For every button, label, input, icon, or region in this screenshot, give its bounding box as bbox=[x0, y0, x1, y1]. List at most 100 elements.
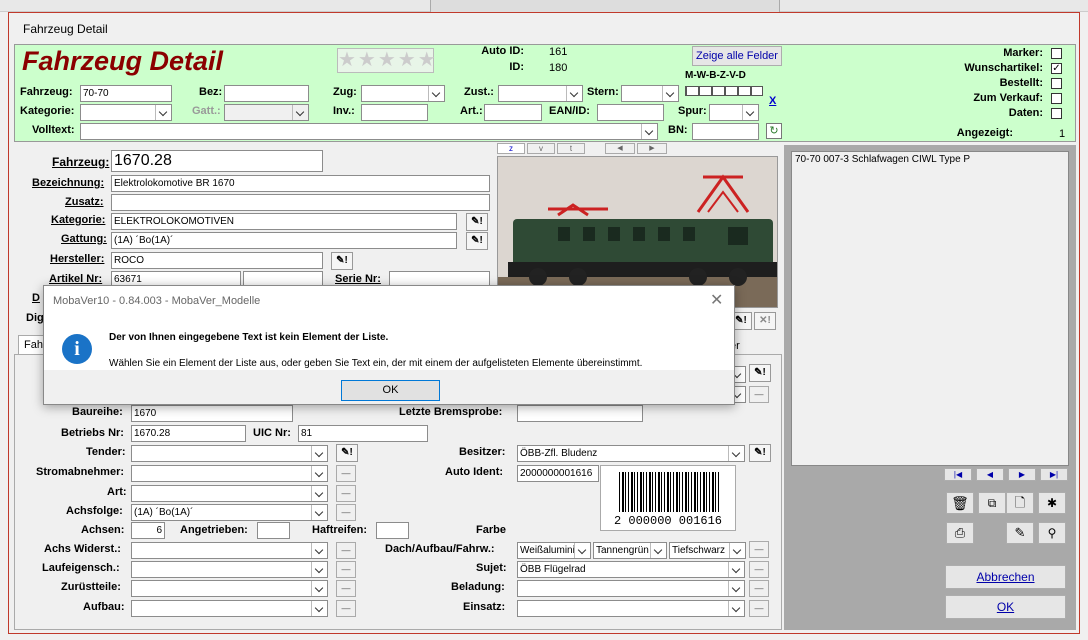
tender-edit-icon[interactable]: ✎! bbox=[336, 444, 358, 462]
lauf-small-button[interactable]: — bbox=[336, 561, 356, 578]
field-edit-icon-1[interactable]: ✎! bbox=[749, 364, 771, 382]
autoident-label: Auto Ident: bbox=[445, 466, 504, 478]
fahrw-dropdown[interactable]: Tiefschwarz bbox=[669, 542, 746, 559]
kategorie-edit-icon[interactable]: ✎! bbox=[466, 213, 488, 231]
dialog-close-icon[interactable]: ✕ bbox=[710, 290, 723, 310]
strom-small-button[interactable]: — bbox=[336, 465, 356, 482]
dialog-ok-button[interactable]: OK bbox=[341, 380, 440, 401]
zuruest-dropdown[interactable] bbox=[131, 580, 328, 597]
autoident-input[interactable]: 2000000001616 bbox=[517, 465, 599, 482]
haftreifen-input[interactable] bbox=[376, 522, 409, 539]
photo-tab-t[interactable]: t bbox=[557, 143, 585, 154]
flag-daten-checkbox[interactable] bbox=[1051, 108, 1062, 119]
dach-dropdown[interactable]: Weißalumini bbox=[517, 542, 591, 559]
flag-marker-checkbox[interactable] bbox=[1051, 48, 1062, 59]
photo-next-button[interactable]: ▶ bbox=[637, 143, 667, 154]
flag-verkauf-checkbox[interactable] bbox=[1051, 93, 1062, 104]
beladung-small-button[interactable]: — bbox=[749, 580, 769, 597]
art-small-button[interactable]: — bbox=[336, 485, 356, 502]
rating-stars[interactable]: ★★★★★ bbox=[337, 48, 436, 73]
sujet-small-button[interactable]: — bbox=[749, 561, 769, 578]
betriebs-input[interactable]: 1670.28 bbox=[131, 425, 246, 442]
abbrechen-button[interactable]: Abbrechen bbox=[945, 565, 1066, 589]
einsatz-small-button[interactable]: — bbox=[749, 600, 769, 617]
strom-dropdown[interactable] bbox=[131, 465, 328, 482]
new-record-icon[interactable]: 🗋 bbox=[1006, 492, 1034, 514]
filter-volltext-dropdown[interactable] bbox=[80, 123, 658, 140]
zuruest-small-button[interactable]: — bbox=[336, 580, 356, 597]
besitzer-dropdown[interactable]: ÖBB-Zfl. Bludenz bbox=[517, 445, 745, 462]
ok-button[interactable]: OK bbox=[945, 595, 1066, 619]
detail-gattung-dropdown[interactable]: (1A) ´Bo(1A)´ bbox=[111, 232, 457, 249]
tender-dropdown[interactable] bbox=[131, 445, 328, 462]
lauf-dropdown[interactable] bbox=[131, 561, 328, 578]
farbe-small-button[interactable]: — bbox=[749, 541, 769, 558]
filter-bez-input[interactable] bbox=[224, 85, 309, 102]
aufbau-color-dropdown[interactable]: Tannengrün bbox=[593, 542, 667, 559]
achsen-input[interactable]: 6 bbox=[131, 522, 165, 539]
achswid-dropdown[interactable] bbox=[131, 542, 328, 559]
einsatz-dropdown[interactable] bbox=[517, 600, 745, 617]
nav-next-button[interactable]: ▶ bbox=[1008, 468, 1036, 481]
detail-fahrzeug-input[interactable]: 1670.28 bbox=[111, 150, 323, 172]
beladung-dropdown[interactable] bbox=[517, 580, 745, 597]
filter-zug-dropdown[interactable] bbox=[361, 85, 445, 102]
filter-stern-dropdown[interactable] bbox=[621, 85, 679, 102]
filter-art-input[interactable] bbox=[484, 104, 542, 121]
nav-first-button[interactable]: |◀ bbox=[944, 468, 972, 481]
delete-icon[interactable]: 🗑 bbox=[946, 492, 974, 514]
field-small-button-1[interactable]: — bbox=[749, 386, 769, 403]
filter-spur-dropdown[interactable] bbox=[709, 104, 759, 121]
detail-bezeichnung-input[interactable]: Elektrolokomotive BR 1670 bbox=[111, 175, 490, 192]
clear-filter-link[interactable]: X bbox=[769, 95, 776, 107]
filter-inv-label: Inv.: bbox=[333, 105, 355, 117]
print-icon[interactable]: ⎙ bbox=[946, 522, 974, 544]
aufbau-small-button[interactable]: — bbox=[336, 600, 356, 617]
photo-tab-z[interactable]: z bbox=[497, 143, 525, 154]
sujet-dropdown[interactable]: ÖBB Flügelrad bbox=[517, 561, 745, 578]
record-list[interactable]: 70-70 007-3 Schlafwagen CIWL Type P bbox=[791, 151, 1069, 466]
angetrieben-input[interactable] bbox=[257, 522, 290, 539]
new-from-template-icon[interactable]: ✱ bbox=[1038, 492, 1066, 514]
achsfolge-dropdown[interactable]: (1A) ´Bo(1A)´ bbox=[131, 504, 328, 521]
sujet-label: Sujet: bbox=[476, 562, 507, 574]
refresh-icon[interactable]: ↻ bbox=[766, 123, 782, 139]
nav-prev-button[interactable]: ◀ bbox=[976, 468, 1004, 481]
detail-bezeichnung-label: Bezeichnung: bbox=[32, 177, 105, 189]
flag-wunsch-checkbox[interactable]: ✓ bbox=[1051, 63, 1062, 74]
edit-icon[interactable]: ✎ bbox=[1006, 522, 1034, 544]
detail-zusatz-input[interactable] bbox=[111, 194, 490, 211]
filter-ean-input[interactable] bbox=[597, 104, 664, 121]
filter-zust-dropdown[interactable] bbox=[498, 85, 583, 102]
filter-kategorie-dropdown[interactable] bbox=[80, 104, 172, 121]
nav-last-button[interactable]: ▶| bbox=[1040, 468, 1068, 481]
gattung-edit-icon[interactable]: ✎! bbox=[466, 232, 488, 250]
photo-prev-button[interactable]: ◀ bbox=[605, 143, 635, 154]
detail-kategorie-dropdown[interactable]: ELEKTROLOKOMOTIVEN bbox=[111, 213, 457, 230]
baureihe-input[interactable]: 1670 bbox=[131, 405, 293, 422]
show-all-fields-button[interactable]: Zeige alle Felder bbox=[692, 46, 782, 66]
baureihe-label: Baureihe: bbox=[72, 406, 123, 418]
uic-input[interactable]: 81 bbox=[298, 425, 428, 442]
hersteller-edit-icon[interactable]: ✎! bbox=[331, 252, 353, 270]
filter-fahrzeug-input[interactable]: 70-70 bbox=[80, 85, 172, 102]
achswid-small-button[interactable]: — bbox=[336, 542, 356, 559]
art-dropdown[interactable] bbox=[131, 485, 328, 502]
photo-delete-icon[interactable]: ✕! bbox=[754, 312, 776, 330]
list-item[interactable]: 70-70 007-3 Schlafwagen CIWL Type P bbox=[792, 152, 1068, 167]
detail-hersteller-dropdown[interactable]: ROCO bbox=[111, 252, 323, 269]
filter-bn-input[interactable] bbox=[692, 123, 759, 140]
achsfolge-small-button[interactable]: — bbox=[336, 504, 356, 521]
filter-bez-label: Bez: bbox=[199, 86, 223, 98]
mwbzvd-filter-boxes[interactable] bbox=[685, 86, 763, 96]
achsen-label: Achsen: bbox=[81, 524, 125, 536]
filter-inv-input[interactable] bbox=[361, 104, 428, 121]
besitzer-edit-icon[interactable]: ✎! bbox=[749, 444, 771, 462]
sujet-value: ÖBB Flügelrad bbox=[520, 564, 586, 575]
copy-record-icon[interactable]: ⧉ bbox=[978, 492, 1006, 514]
photo-tab-v[interactable]: v bbox=[527, 143, 555, 154]
flag-bestellt-checkbox[interactable] bbox=[1051, 78, 1062, 89]
search-icon[interactable]: ⚲ bbox=[1038, 522, 1066, 544]
aufbau-dropdown[interactable] bbox=[131, 600, 328, 617]
bremsprobe-input[interactable] bbox=[517, 405, 643, 422]
